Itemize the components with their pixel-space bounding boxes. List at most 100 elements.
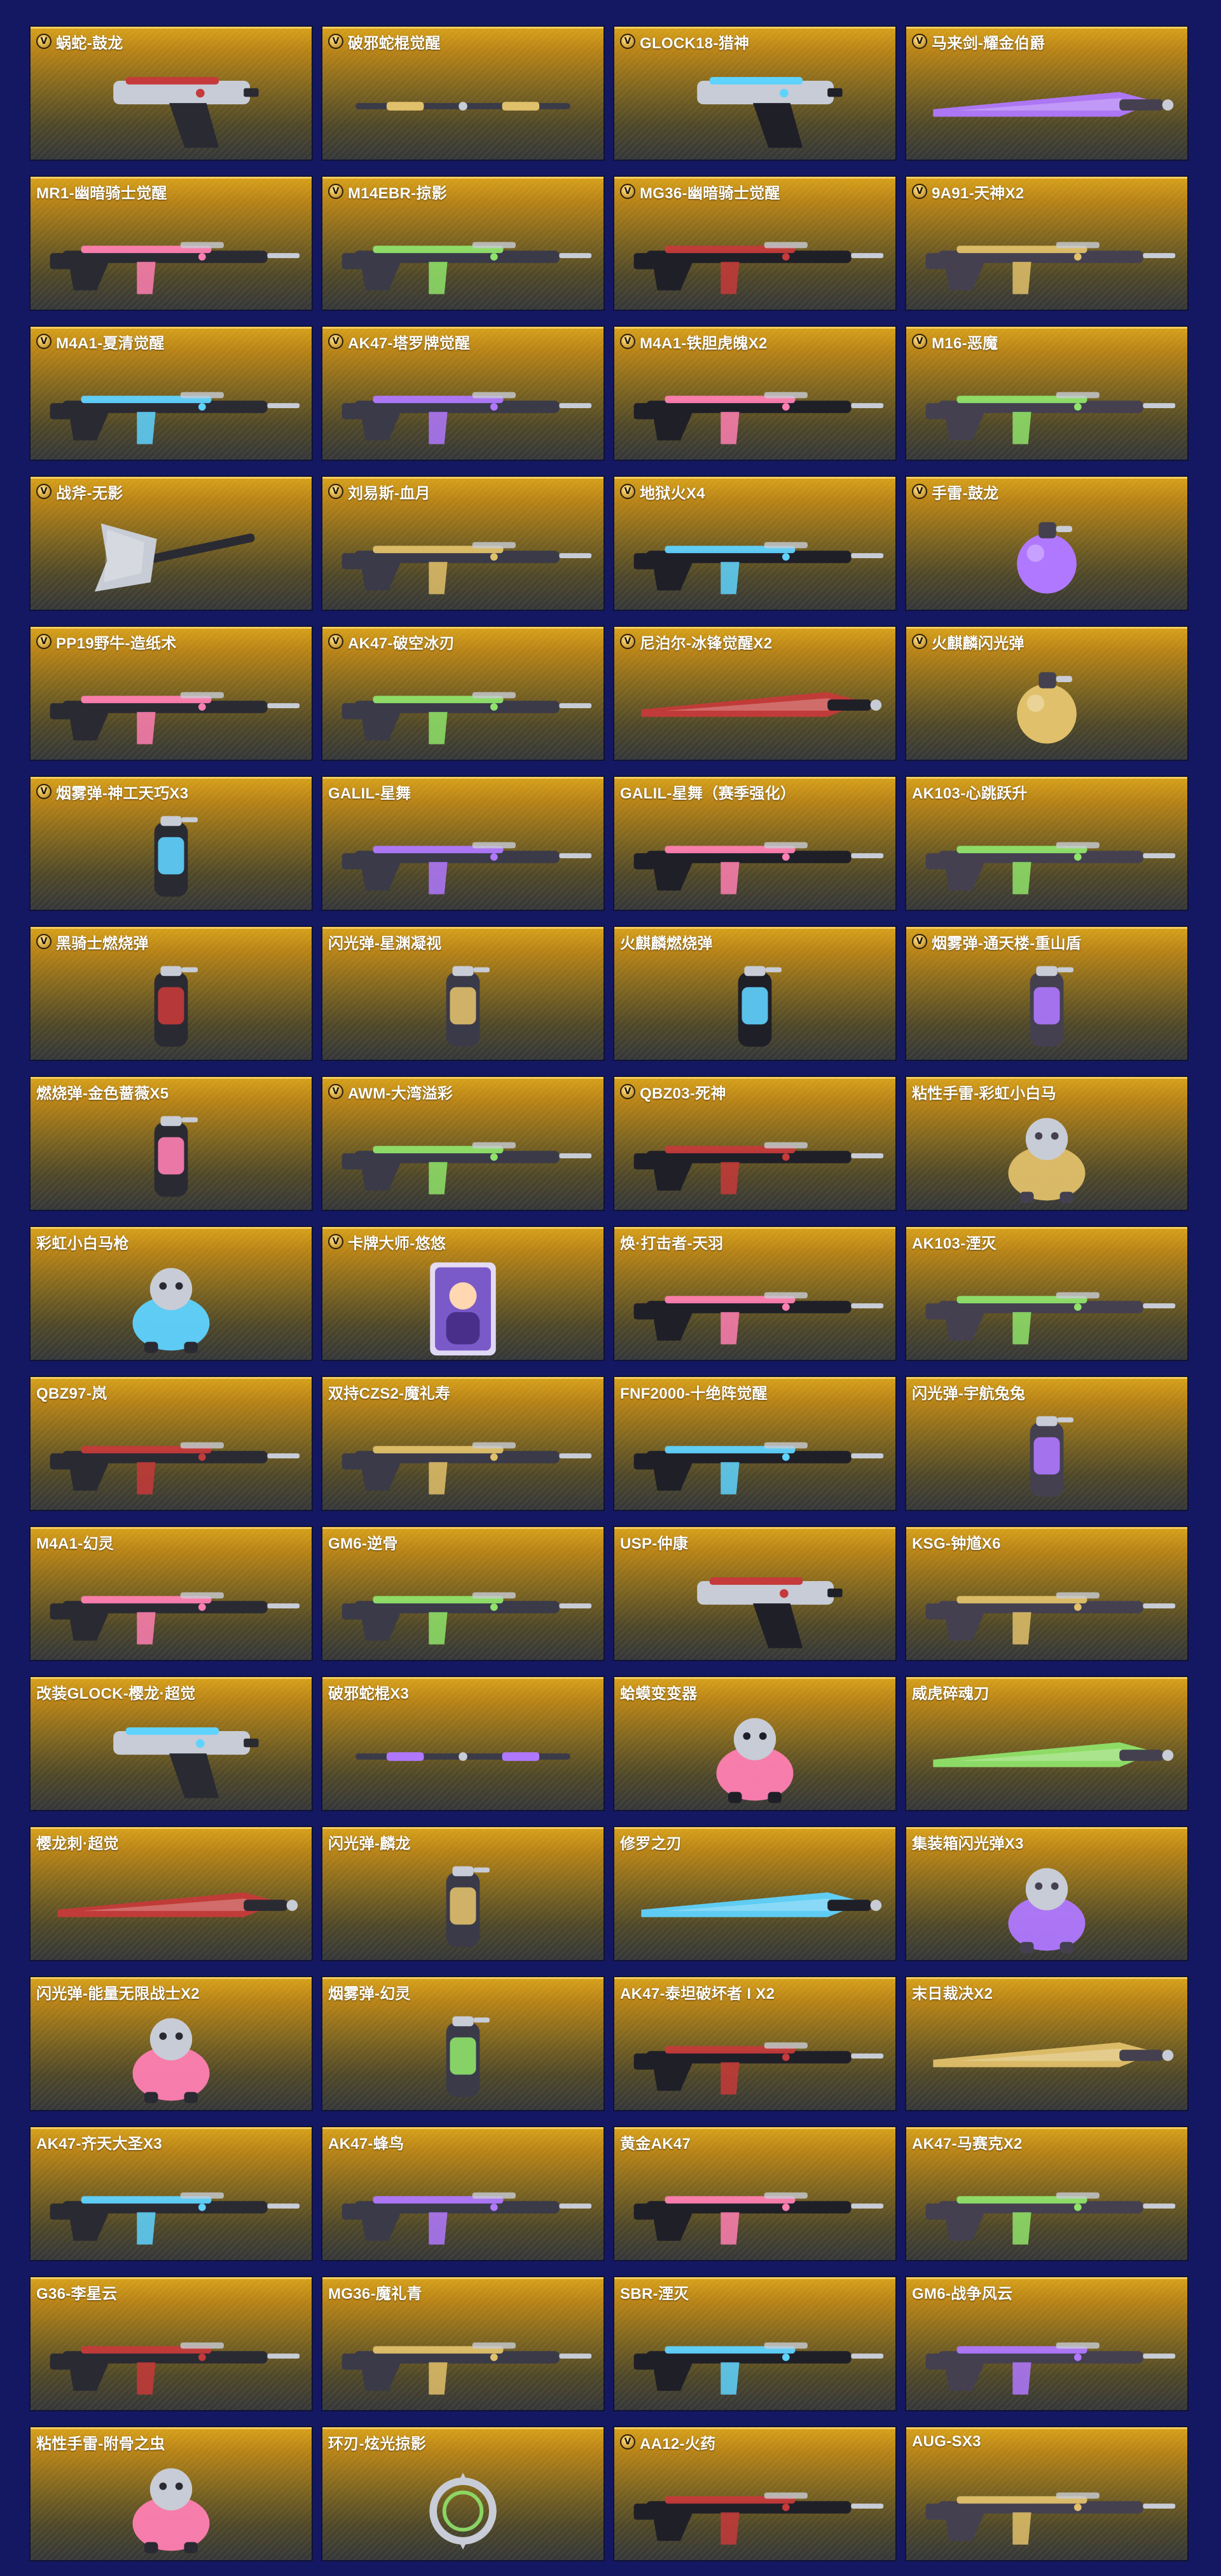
item-card[interactable]: V粘性手雷-彩虹小白马 — [905, 1076, 1189, 1211]
item-card[interactable]: VUSP-仲康 — [613, 1526, 897, 1661]
item-name: GLOCK18-猎神 — [640, 34, 750, 52]
item-name: 集装箱闪光弹X3 — [912, 1835, 1024, 1853]
item-card[interactable]: VGM6-逆骨 — [321, 1526, 605, 1661]
item-card[interactable]: VAK47-齐天大圣X3 — [29, 2126, 313, 2261]
item-card[interactable]: V 蜗蛇-鼓龙 — [29, 25, 313, 161]
item-card[interactable]: V 刘易斯-血月 — [321, 476, 605, 611]
item-card[interactable]: V闪光弹-星渊凝视 — [321, 926, 605, 1061]
item-card[interactable]: V彩虹小白马枪 — [29, 1226, 313, 1361]
item-card[interactable]: VKSG-钟馗X6 — [905, 1526, 1189, 1661]
item-card[interactable]: V M4A1-夏清觉醒 — [29, 325, 313, 461]
rifle-icon — [614, 1105, 895, 1210]
item-card[interactable]: V修罗之刃 — [613, 1826, 897, 1961]
item-card[interactable]: V AK47-破空冰刃 — [321, 626, 605, 761]
item-card[interactable]: V AA12-火药 — [613, 2426, 897, 2561]
item-card[interactable]: VGALIL-星舞（赛季强化） — [613, 776, 897, 911]
vip-badge-icon: V — [328, 634, 343, 649]
item-card[interactable]: V破邪蛇棍X3 — [321, 1676, 605, 1811]
item-card[interactable]: V 9A91-天神X2 — [905, 175, 1189, 311]
item-card[interactable]: V烟雾弹-幻灵 — [321, 1976, 605, 2111]
item-card[interactable]: V MG36-幽暗骑士觉醒 — [613, 175, 897, 311]
item-card[interactable]: VGM6-战争风云 — [905, 2276, 1189, 2411]
item-card[interactable]: V 尼泊尔-冰锋觉醒X2 — [613, 626, 897, 761]
rifle-icon — [906, 205, 1187, 310]
item-card[interactable]: VSBR-湮灭 — [613, 2276, 897, 2411]
item-card[interactable]: VAK103-湮灭 — [905, 1226, 1189, 1361]
item-name: G36-李星云 — [36, 2285, 118, 2303]
item-card-header: V黄金AK47 — [620, 2134, 691, 2153]
item-card[interactable]: V蛤蟆变变器 — [613, 1676, 897, 1811]
item-card[interactable]: V M4A1-铁胆虎魄X2 — [613, 325, 897, 461]
item-card[interactable]: V 地狱火X4 — [613, 476, 897, 611]
item-card[interactable]: V双持CZS2-魔礼寿 — [321, 1376, 605, 1511]
item-card[interactable]: VG36-李星云 — [29, 2276, 313, 2411]
item-card[interactable]: VGALIL-星舞 — [321, 776, 605, 911]
item-card[interactable]: VQBZ97-岚 — [29, 1376, 313, 1511]
item-name: 焕·打击者-天羽 — [620, 1235, 724, 1252]
item-name: 粘性手雷-附骨之虫 — [36, 2435, 165, 2453]
item-card[interactable]: V 烟雾弹-通天楼-重山盾 — [905, 926, 1189, 1061]
rifle-icon — [322, 355, 604, 460]
item-card-header: V M4A1-铁胆虎魄X2 — [620, 333, 768, 352]
item-card[interactable]: V樱龙刺·超觉 — [29, 1826, 313, 1961]
item-card[interactable]: V粘性手雷-附骨之虫 — [29, 2426, 313, 2561]
item-card-header: VG36-李星云 — [36, 2284, 118, 2303]
item-card[interactable]: V 马来剑-耀金伯爵 — [905, 25, 1189, 161]
item-card[interactable]: V AK47-塔罗牌觉醒 — [321, 325, 605, 461]
item-card[interactable]: V闪光弹-能量无限战士X2 — [29, 1976, 313, 2111]
item-card[interactable]: VAK103-心跳跃升 — [905, 776, 1189, 911]
item-card[interactable]: V末日裁决X2 — [905, 1976, 1189, 2111]
item-card[interactable]: V M16-恶魔 — [905, 325, 1189, 461]
item-card[interactable]: V闪光弹-麟龙 — [321, 1826, 605, 1961]
item-card[interactable]: V闪光弹-宇航兔兔 — [905, 1376, 1189, 1511]
item-card[interactable]: V 卡牌大师-悠悠 — [321, 1226, 605, 1361]
blade-icon — [614, 1855, 895, 1960]
item-card[interactable]: VAK47-马赛克X2 — [905, 2126, 1189, 2261]
item-card[interactable]: VM4A1-幻灵 — [29, 1526, 313, 1661]
item-card[interactable]: V 火麒麟闪光弹 — [905, 626, 1189, 761]
item-card[interactable]: V GLOCK18-猎神 — [613, 25, 897, 161]
item-card[interactable]: VAK47-泰坦破坏者 I X2 — [613, 1976, 897, 2111]
blade-icon — [31, 1855, 312, 1960]
canister-icon — [906, 955, 1187, 1060]
item-card-header: V PP19野牛-造纸术 — [36, 633, 177, 652]
item-card[interactable]: V QBZ03-死神 — [613, 1076, 897, 1211]
item-card[interactable]: VMG36-魔礼青 — [321, 2276, 605, 2411]
item-card[interactable]: V火麒麟燃烧弹 — [613, 926, 897, 1061]
item-card[interactable]: V集装箱闪光弹X3 — [905, 1826, 1189, 1961]
item-card[interactable]: V燃烧弹-金色蔷薇X5 — [29, 1076, 313, 1211]
item-card[interactable]: V 烟雾弹-神工天巧X3 — [29, 776, 313, 911]
item-card[interactable]: V环刃-炫光掠影 — [321, 2426, 605, 2561]
item-card[interactable]: V 战斧-无影 — [29, 476, 313, 611]
item-card[interactable]: V PP19野牛-造纸术 — [29, 626, 313, 761]
vip-badge-icon: V — [912, 34, 927, 49]
item-card[interactable]: V改装GLOCK-樱龙·超觉 — [29, 1676, 313, 1811]
item-card[interactable]: V 破邪蛇棍觉醒 — [321, 25, 605, 161]
item-card[interactable]: V M14EBR-掠影 — [321, 175, 605, 311]
item-card[interactable]: VFNF2000-十绝阵觉醒 — [613, 1376, 897, 1511]
item-name: AK47-马赛克X2 — [912, 2135, 1023, 2153]
item-name: AWM-大湾溢彩 — [348, 1085, 453, 1102]
item-name: M4A1-铁胆虎魄X2 — [640, 334, 768, 352]
item-card[interactable]: V AWM-大湾溢彩 — [321, 1076, 605, 1211]
vip-badge-icon: V — [620, 334, 635, 349]
item-card[interactable]: VAK47-蜂鸟 — [321, 2126, 605, 2261]
item-card[interactable]: V黄金AK47 — [613, 2126, 897, 2261]
grenade-icon — [906, 655, 1187, 760]
item-card[interactable]: V 黑骑士燃烧弹 — [29, 926, 313, 1061]
vip-badge-icon: V — [912, 334, 927, 349]
item-name: QBZ03-死神 — [640, 1085, 726, 1102]
item-card-header: VAK47-蜂鸟 — [328, 2134, 404, 2153]
item-card-header: VGALIL-星舞 — [328, 783, 411, 802]
item-card[interactable]: V焕·打击者-天羽 — [613, 1226, 897, 1361]
item-card[interactable]: VMR1-幽暗骑士觉醒 — [29, 175, 313, 311]
item-card[interactable]: V 手雷-鼓龙 — [905, 476, 1189, 611]
item-card[interactable]: V威虎碎魂刀 — [905, 1676, 1189, 1811]
item-name: AA12-火药 — [640, 2435, 716, 2453]
item-card-header: V 烟雾弹-神工天巧X3 — [36, 783, 188, 802]
rifle-icon — [322, 655, 604, 760]
vip-badge-icon: V — [36, 784, 52, 799]
item-name: 双持CZS2-魔礼寿 — [328, 1385, 451, 1402]
item-name: QBZ97-岚 — [36, 1385, 107, 1402]
item-card[interactable]: VAUG-SX3 — [905, 2426, 1189, 2561]
